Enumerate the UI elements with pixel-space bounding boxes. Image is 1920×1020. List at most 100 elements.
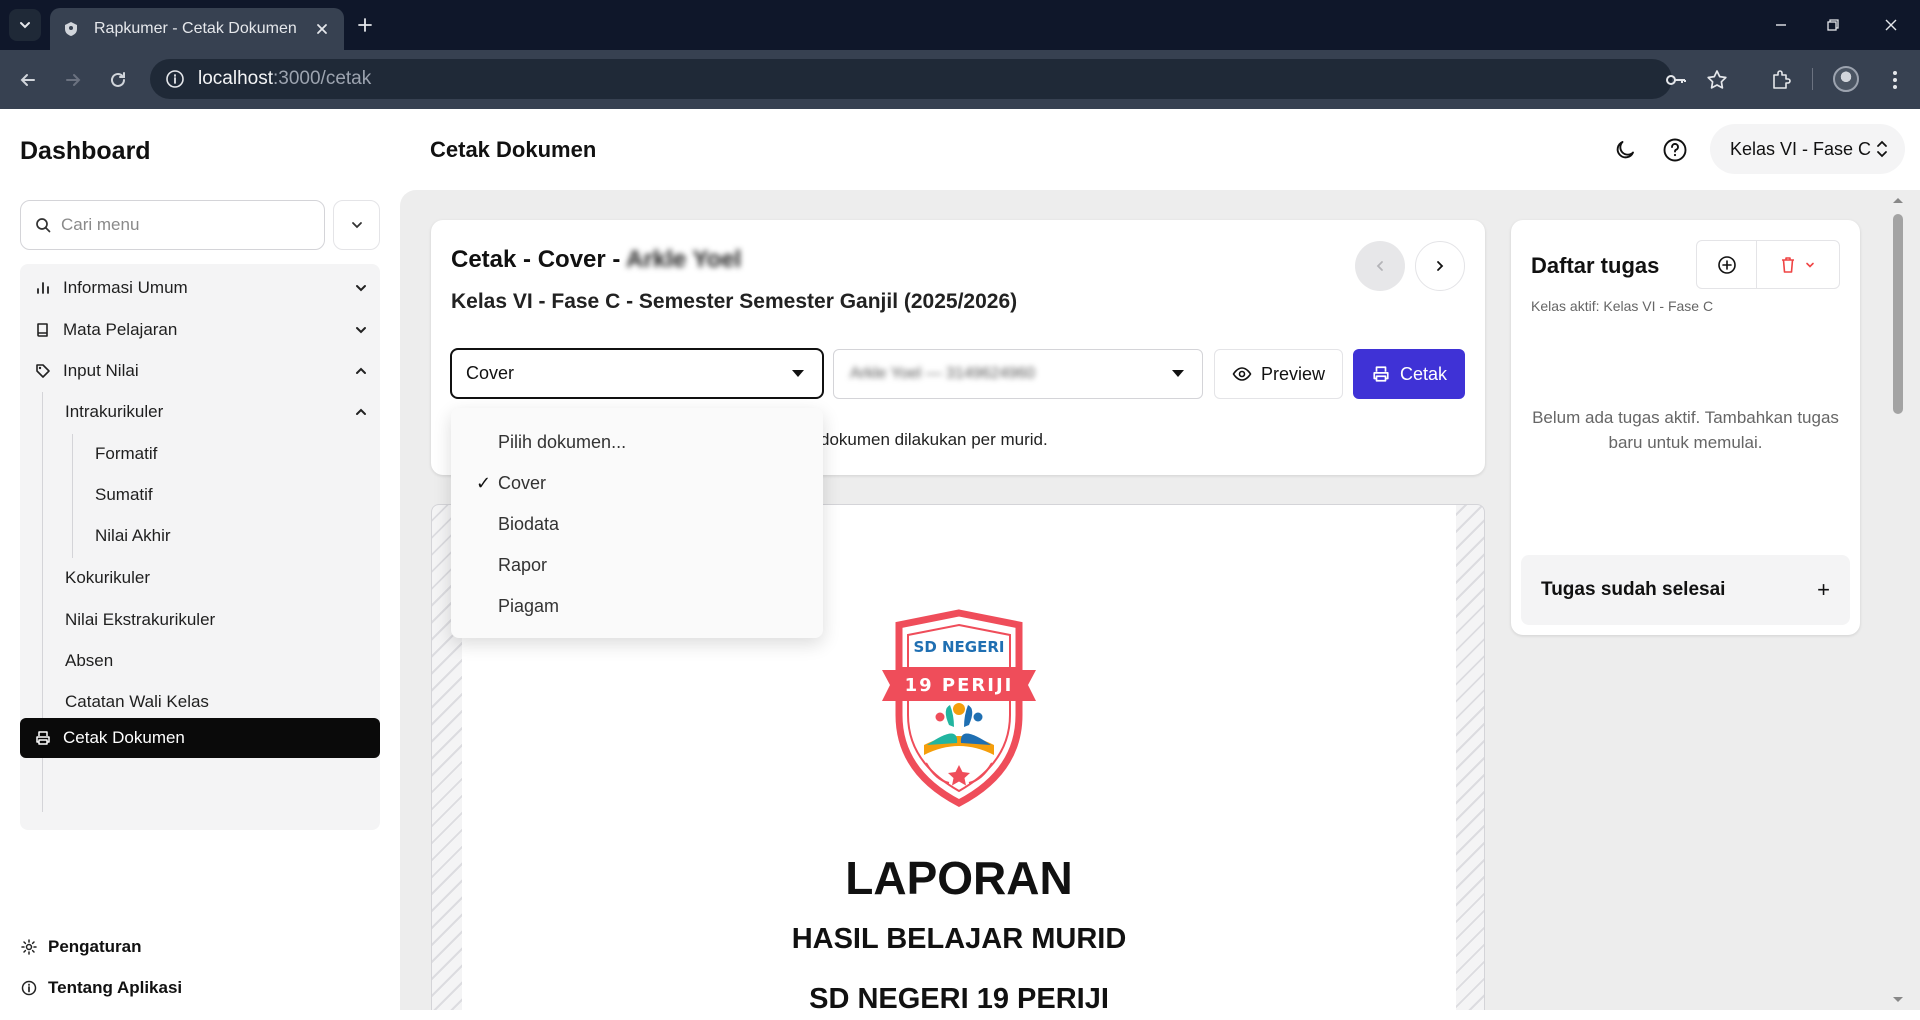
chevron-down-icon [351, 222, 362, 229]
print-button[interactable]: Cetak [1353, 349, 1465, 399]
dropdown-option-biodata[interactable]: Biodata [451, 506, 823, 542]
sidebar-item-label: Nilai Ekstrakurikuler [65, 610, 216, 629]
sidebar-item-label: Catatan Wali Kelas [65, 692, 209, 711]
dropdown-option-piagam[interactable]: Piagam [451, 588, 823, 624]
student-name: Arkle Yoel [626, 246, 742, 273]
chevron-down-icon [20, 22, 30, 29]
book-icon [34, 321, 52, 339]
sidebar-item-input-nilai[interactable]: Input Nilai [20, 351, 380, 391]
document-subheading: HASIL BELAJAR MURID [791, 923, 1127, 955]
sidebar-item-catatan-wali-kelas[interactable]: Catatan Wali Kelas [20, 682, 380, 722]
content-scrollbar[interactable] [1890, 190, 1910, 1010]
chevron-right-icon [1437, 261, 1444, 271]
document-type-select[interactable]: Cover [450, 348, 824, 399]
sidebar-item-label: Absen [65, 651, 114, 670]
chevron-left-icon [1376, 261, 1383, 271]
chevron-down-icon [1806, 262, 1814, 268]
window-minimize-icon[interactable] [1768, 12, 1794, 38]
sidebar-title: Dashboard [20, 137, 151, 165]
forward-arrow-icon[interactable] [59, 66, 87, 94]
window-close-icon[interactable] [1878, 12, 1904, 38]
sidebar-item-label: Input Nilai [63, 361, 139, 380]
password-key-icon[interactable] [1661, 65, 1691, 95]
chevrons-up-down-icon [1875, 139, 1889, 159]
help-icon[interactable] [1660, 135, 1690, 165]
expand-plus-icon: + [1817, 577, 1830, 602]
task-list-card: Daftar tugas Kelas aktif: Kelas VI - Fas… [1511, 220, 1860, 635]
dropdown-option-pilih[interactable]: Pilih dokumen... [451, 424, 823, 460]
plus-circle-icon [1717, 255, 1736, 274]
svg-text:SD NEGERI: SD NEGERI [914, 638, 1005, 656]
document-school-name: SD NEGERI 19 PERIJI [809, 983, 1109, 1010]
chevron-down-icon [352, 321, 370, 339]
browser-menu-icon[interactable] [1880, 65, 1910, 95]
dropdown-option-cover[interactable]: ✓ Cover [451, 465, 823, 501]
sidebar-item-label: Informasi Umum [63, 278, 188, 297]
print-card-title: Cetak - Cover - Arkle Yoel [451, 246, 742, 273]
dropdown-option-rapor[interactable]: Rapor [451, 547, 823, 583]
sidebar-item-informasi-umum[interactable]: Informasi Umum [20, 268, 380, 308]
next-student-button[interactable] [1415, 241, 1465, 291]
sidebar-item-formatif[interactable]: Formatif [20, 434, 380, 474]
url-field[interactable]: localhost:3000/cetak [150, 59, 1672, 99]
new-tab-plus-icon[interactable] [352, 12, 378, 38]
search-icon [36, 218, 51, 233]
sidebar-item-sumatif[interactable]: Sumatif [20, 475, 380, 515]
sidebar-item-kokurikuler[interactable]: Kokurikuler [20, 558, 380, 598]
student-select[interactable]: Arkle Yoel — 3149624960 [833, 349, 1203, 399]
window-restore-icon[interactable] [1820, 12, 1846, 38]
bookmark-star-icon[interactable] [1702, 65, 1732, 95]
toolbar-divider [1812, 68, 1813, 90]
sidebar-item-label: Sumatif [95, 485, 153, 504]
reload-icon[interactable] [104, 66, 132, 94]
sidebar-item-mata-pelajaran[interactable]: Mata Pelajaran [20, 310, 380, 350]
sidebar-item-nilai-ekstrakurikuler[interactable]: Nilai Ekstrakurikuler [20, 600, 380, 640]
sidebar-item-cetak-dokumen[interactable]: Cetak Dokumen [20, 718, 380, 758]
sidebar-item-label: Nilai Akhir [95, 526, 171, 545]
delete-tasks-button[interactable] [1757, 241, 1839, 288]
class-selector-button[interactable]: Kelas VI - Fase C [1710, 124, 1905, 174]
print-note: dokumen dilakukan per murid. [820, 430, 1048, 449]
printer-icon [1371, 364, 1391, 384]
back-arrow-icon[interactable] [14, 66, 42, 94]
settings-link[interactable]: Pengaturan [20, 937, 142, 957]
add-task-button[interactable] [1697, 241, 1757, 288]
browser-tab[interactable]: Rapkumer - Cetak Dokumen [50, 8, 344, 50]
scrollbar-thumb[interactable] [1893, 214, 1903, 414]
browser-tab-bar: Rapkumer - Cetak Dokumen [0, 0, 1920, 50]
bar-chart-icon [34, 279, 52, 297]
checkmark-icon: ✓ [476, 473, 492, 493]
tab-title: Rapkumer - Cetak Dokumen [94, 20, 297, 37]
preview-button[interactable]: Preview [1214, 349, 1343, 399]
search-options-button[interactable] [333, 200, 380, 250]
previous-student-button[interactable] [1355, 241, 1405, 291]
active-class-label: Kelas aktif: Kelas VI - Fase C [1531, 298, 1714, 314]
gear-icon [20, 938, 38, 956]
sidebar-item-absen[interactable]: Absen [20, 641, 380, 681]
caret-down-icon [792, 370, 804, 377]
info-icon [20, 979, 38, 997]
sidebar-item-nilai-akhir[interactable]: Nilai Akhir [20, 516, 380, 556]
tab-search-button[interactable] [9, 9, 41, 41]
sidebar-item-label: Mata Pelajaran [63, 320, 178, 339]
document-type-dropdown: Pilih dokumen... ✓ Cover Biodata Rapor Pi… [451, 408, 823, 638]
sidebar-item-label: Intrakurikuler [65, 402, 164, 421]
tab-close-icon[interactable] [312, 19, 332, 39]
caret-down-icon [1172, 370, 1184, 377]
site-info-icon[interactable] [164, 68, 186, 90]
trash-icon [1782, 256, 1794, 273]
sidebar-item-intrakurikuler[interactable]: Intrakurikuler [20, 392, 380, 432]
about-link[interactable]: Tentang Aplikasi [20, 978, 182, 998]
task-actions-group [1696, 240, 1840, 289]
eye-icon [1232, 364, 1252, 384]
extensions-puzzle-icon[interactable] [1766, 65, 1796, 95]
dark-mode-moon-icon[interactable] [1610, 135, 1640, 165]
sidebar-search[interactable] [20, 200, 325, 250]
search-input[interactable] [61, 215, 291, 235]
profile-avatar[interactable] [1833, 66, 1859, 92]
printer-icon [34, 729, 52, 747]
url-text: localhost:3000/cetak [198, 68, 372, 89]
sidebar-item-label: Cetak Dokumen [63, 728, 185, 747]
print-card-subtitle: Kelas VI - Fase C - Semester Semester Ga… [451, 290, 1018, 313]
completed-tasks-toggle[interactable]: Tugas sudah selesai + [1521, 555, 1850, 625]
